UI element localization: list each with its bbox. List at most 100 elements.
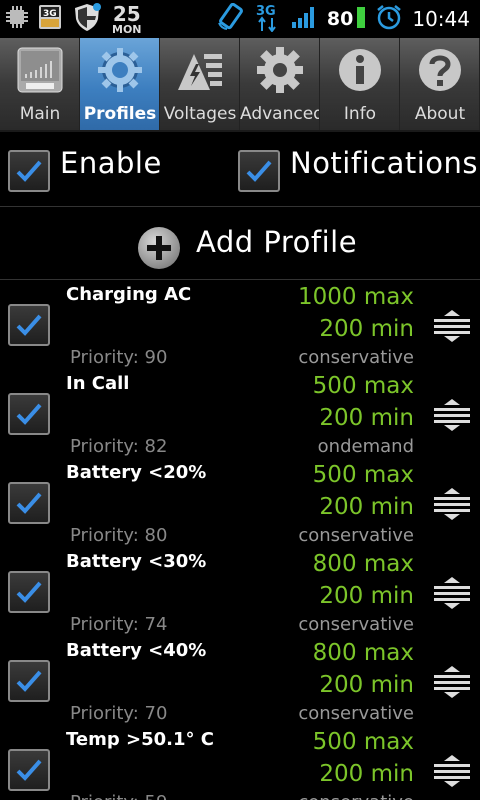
drag-handle-icon[interactable] xyxy=(434,310,470,342)
profile-name: Temp >50.1° C xyxy=(66,729,214,750)
profile-enable-checkbox[interactable] xyxy=(8,393,50,435)
profile-name: Battery <40% xyxy=(66,640,207,661)
profile-priority: Priority: 90 xyxy=(70,347,168,368)
network-3g-icon: 3G xyxy=(255,2,281,36)
profile-min-freq: 200 min xyxy=(319,494,414,520)
profile-priority: Priority: 70 xyxy=(70,703,168,724)
sd-card-3g-icon: 3G xyxy=(38,4,62,34)
tab-main-label: Main xyxy=(19,104,61,124)
gear-profile-icon xyxy=(96,46,144,94)
tab-voltages[interactable]: Voltages xyxy=(160,38,240,130)
shield-icon xyxy=(72,2,102,36)
setcpu-app-icon xyxy=(16,46,64,94)
enable-checkbox[interactable] xyxy=(8,150,50,192)
battery-indicator: 80 xyxy=(327,5,366,34)
cog-icon xyxy=(256,46,304,94)
enable-label: Enable xyxy=(60,146,162,180)
checkmark-icon xyxy=(16,581,42,603)
profile-governor: conservative xyxy=(298,347,414,368)
list-item[interactable]: Battery <20% 500 max 200 min Priority: 8… xyxy=(0,458,480,547)
profile-name: Battery <30% xyxy=(66,551,207,572)
profile-list[interactable]: Charging AC 1000 max 200 min Priority: 9… xyxy=(0,280,480,800)
profile-min-freq: 200 min xyxy=(319,405,414,431)
help-icon xyxy=(416,46,464,94)
checkmark-icon xyxy=(16,314,42,336)
tab-advanced-label: Advanced xyxy=(240,104,320,124)
tab-main[interactable]: Main xyxy=(0,38,80,130)
checkmark-icon xyxy=(246,160,272,182)
info-icon xyxy=(336,46,384,94)
checkmark-icon xyxy=(16,492,42,514)
checkmark-icon xyxy=(16,670,42,692)
profile-governor: conservative xyxy=(298,614,414,635)
profile-max-freq: 500 max xyxy=(312,373,414,399)
checkmark-icon xyxy=(16,759,42,781)
profile-governor: ondemand xyxy=(317,436,414,457)
profile-min-freq: 200 min xyxy=(319,583,414,609)
toggle-row: Enable Notifications xyxy=(0,130,480,207)
profile-enable-checkbox[interactable] xyxy=(8,749,50,791)
profile-governor: conservative xyxy=(298,703,414,724)
profile-max-freq: 800 max xyxy=(312,551,414,577)
date-month: MON xyxy=(112,22,142,36)
notifications-label: Notifications xyxy=(290,146,479,180)
drag-handle-icon[interactable] xyxy=(434,755,470,787)
profile-name: In Call xyxy=(66,373,130,394)
tab-bar: Main Profiles Voltages Advanced Info Abo… xyxy=(0,38,480,132)
add-profile-label: Add Profile xyxy=(196,225,358,259)
checkmark-icon xyxy=(16,403,42,425)
drag-handle-icon[interactable] xyxy=(434,666,470,698)
tab-profiles[interactable]: Profiles xyxy=(80,38,160,130)
list-item[interactable]: Battery <30% 800 max 200 min Priority: 7… xyxy=(0,547,480,636)
drag-handle-icon[interactable] xyxy=(434,488,470,520)
cpu-chip-icon xyxy=(6,6,28,32)
battery-level: 80 xyxy=(326,8,354,30)
plus-circle-icon xyxy=(138,227,180,269)
drag-handle-icon[interactable] xyxy=(434,399,470,431)
rotation-icon xyxy=(217,2,245,35)
battery-icon xyxy=(356,5,366,34)
list-item[interactable]: Battery <40% 800 max 200 min Priority: 7… xyxy=(0,636,480,725)
list-item[interactable]: Temp >50.1° C 500 max 200 min Priority: … xyxy=(0,725,480,800)
profile-enable-checkbox[interactable] xyxy=(8,482,50,524)
profile-governor: conservative xyxy=(298,792,414,800)
profile-max-freq: 800 max xyxy=(312,640,414,666)
checkmark-icon xyxy=(16,160,42,182)
profile-min-freq: 200 min xyxy=(319,672,414,698)
svg-text:3G: 3G xyxy=(43,9,57,19)
profile-priority: Priority: 80 xyxy=(70,525,168,546)
profile-enable-checkbox[interactable] xyxy=(8,304,50,346)
alarm-clock-icon xyxy=(376,4,402,34)
notifications-checkbox[interactable] xyxy=(238,150,280,192)
tab-profiles-label: Profiles xyxy=(83,104,157,124)
tab-advanced[interactable]: Advanced xyxy=(240,38,320,130)
voltage-icon xyxy=(176,46,224,94)
list-item[interactable]: In Call 500 max 200 min Priority: 82 ond… xyxy=(0,369,480,458)
add-profile-button[interactable]: Add Profile xyxy=(0,207,480,280)
profile-enable-checkbox[interactable] xyxy=(8,660,50,702)
svg-text:3G: 3G xyxy=(256,4,276,19)
profile-min-freq: 200 min xyxy=(319,761,414,787)
profile-max-freq: 500 max xyxy=(312,462,414,488)
tab-voltages-label: Voltages xyxy=(163,104,237,124)
profile-priority: Priority: 59 xyxy=(70,792,167,800)
profile-priority: Priority: 82 xyxy=(70,436,168,457)
profile-min-freq: 200 min xyxy=(319,316,414,342)
profile-name: Battery <20% xyxy=(66,462,207,483)
list-item[interactable]: Charging AC 1000 max 200 min Priority: 9… xyxy=(0,280,480,369)
profile-priority: Priority: 74 xyxy=(70,614,168,635)
date-indicator: 25 MON xyxy=(112,4,142,35)
profile-max-freq: 1000 max xyxy=(298,284,414,310)
profile-enable-checkbox[interactable] xyxy=(8,571,50,613)
profile-max-freq: 500 max xyxy=(312,729,414,755)
drag-handle-icon[interactable] xyxy=(434,577,470,609)
tab-info[interactable]: Info xyxy=(320,38,400,130)
signal-strength-icon xyxy=(291,5,317,33)
profile-governor: conservative xyxy=(298,525,414,546)
status-bar: 3G 25 MON 3G 80 10:44 xyxy=(0,0,480,38)
clock-time: 10:44 xyxy=(412,7,470,31)
tab-about-label: About xyxy=(414,104,466,124)
date-day: 25 xyxy=(112,1,141,26)
tab-about[interactable]: About xyxy=(400,38,480,130)
tab-info-label: Info xyxy=(343,104,377,124)
